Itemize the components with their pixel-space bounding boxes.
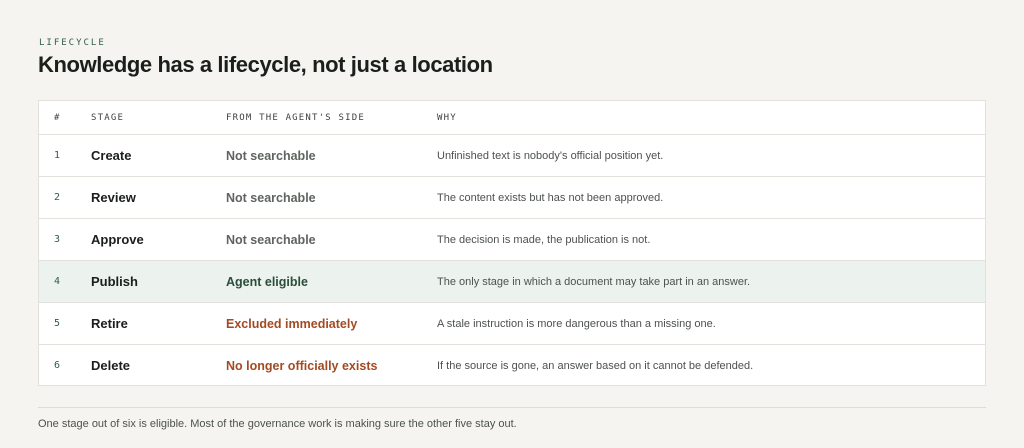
row-number: 6 <box>54 360 61 371</box>
lifecycle-page: LIFECYCLE Knowledge has a lifecycle, not… <box>0 0 1024 448</box>
row-agent-side: Agent eligible <box>226 274 308 289</box>
row-agent-side: Excluded immediately <box>226 316 358 331</box>
row-number: 1 <box>54 150 61 161</box>
table-row: 6 Delete No longer officially exists If … <box>39 344 985 386</box>
header-agent-side: FROM THE AGENT'S SIDE <box>226 112 365 123</box>
row-agent-side: Not searchable <box>226 148 316 163</box>
row-why: The decision is made, the publication is… <box>437 233 651 246</box>
footnote: One stage out of six is eligible. Most o… <box>38 418 517 430</box>
row-why: The only stage in which a document may t… <box>437 275 751 288</box>
lifecycle-table: # STAGE FROM THE AGENT'S SIDE WHY 1 Crea… <box>38 100 986 386</box>
row-stage: Publish <box>91 274 138 289</box>
row-number: 5 <box>54 318 61 329</box>
table-row-highlighted: 4 Publish Agent eligible The only stage … <box>39 260 985 302</box>
row-why: If the source is gone, an answer based o… <box>437 359 754 372</box>
row-number: 3 <box>54 234 61 245</box>
table-row: 5 Retire Excluded immediately A stale in… <box>39 302 985 344</box>
footer-divider <box>38 407 986 408</box>
row-why: The content exists but has not been appr… <box>437 191 664 204</box>
row-number: 4 <box>54 276 61 287</box>
header-why: WHY <box>437 112 457 123</box>
row-why: A stale instruction is more dangerous th… <box>437 317 716 330</box>
page-title: Knowledge has a lifecycle, not just a lo… <box>38 52 493 77</box>
section-eyebrow: LIFECYCLE <box>39 38 106 48</box>
row-number: 2 <box>54 192 61 203</box>
table-header-row: # STAGE FROM THE AGENT'S SIDE WHY <box>39 101 985 134</box>
table-row: 3 Approve Not searchable The decision is… <box>39 218 985 260</box>
row-stage: Retire <box>91 316 128 331</box>
row-why: Unfinished text is nobody's official pos… <box>437 149 664 162</box>
header-stage: STAGE <box>91 112 125 123</box>
table-row: 2 Review Not searchable The content exis… <box>39 176 985 218</box>
header-number: # <box>54 112 61 123</box>
row-stage: Create <box>91 148 132 163</box>
row-agent-side: Not searchable <box>226 232 316 247</box>
table-row: 1 Create Not searchable Unfinished text … <box>39 134 985 176</box>
row-agent-side: No longer officially exists <box>226 358 378 373</box>
row-stage: Approve <box>91 232 144 247</box>
row-agent-side: Not searchable <box>226 190 316 205</box>
row-stage: Delete <box>91 358 131 373</box>
row-stage: Review <box>91 190 136 205</box>
